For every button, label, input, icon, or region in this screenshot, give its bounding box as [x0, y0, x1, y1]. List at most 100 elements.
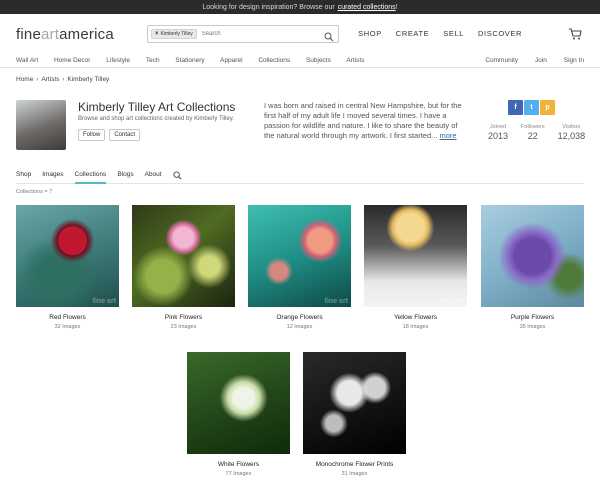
page-title: Kimberly Tilley Art Collections	[78, 100, 236, 114]
avatar[interactable]	[16, 100, 66, 150]
main-nav: SHOP CREATE SELL DISCOVER	[358, 29, 522, 38]
collection-card-pink[interactable]: Pink Flowers 23 Images	[132, 205, 235, 330]
tab-blogs[interactable]: Blogs	[117, 168, 133, 184]
stat-followers: Followers 22	[521, 124, 545, 141]
search-input[interactable]	[201, 31, 322, 37]
logo-part-fine: fine	[16, 25, 41, 43]
promo-suffix: !	[395, 3, 398, 11]
collection-card-yellow[interactable]: fine art Yellow Flowers 18 Images	[364, 205, 467, 330]
search-filter-chip[interactable]: × Kimberly Tilley	[151, 29, 197, 39]
logo-part-america: america	[59, 25, 114, 43]
breadcrumb: Home › Artists › Kimberly Tilley	[16, 76, 109, 83]
collection-thumbnail[interactable]: fine art	[16, 205, 119, 307]
stat-joined: Joined 2013	[488, 124, 508, 141]
search-icon[interactable]	[324, 29, 334, 47]
collection-name[interactable]: Monochrome Flower Prints	[303, 461, 406, 468]
collection-thumbnail[interactable]: fine art	[248, 205, 351, 307]
subnav-join[interactable]: Join	[535, 57, 547, 64]
collection-image-count: 23 Images	[170, 324, 197, 330]
subnav-sign-in[interactable]: Sign In	[564, 57, 584, 64]
watermark: fine art	[440, 298, 464, 305]
collection-name[interactable]: Yellow Flowers	[364, 314, 467, 321]
chevron-right-icon: ›	[62, 76, 65, 83]
stat-value: 2013	[488, 131, 509, 141]
chevron-right-icon: ›	[36, 76, 39, 83]
subnav-community[interactable]: Community	[485, 57, 518, 64]
collection-thumbnail[interactable]	[303, 352, 406, 454]
page-subtitle: Browse and shop art collections created …	[78, 116, 234, 122]
search-box[interactable]: × Kimberly Tilley	[147, 25, 339, 43]
collection-name[interactable]: Pink Flowers	[132, 314, 235, 321]
collection-image-count: 35 Images	[519, 324, 546, 330]
subnav-artists[interactable]: Artists	[346, 57, 364, 64]
stat-visitors: Visitors 12,038	[558, 124, 586, 141]
subnav-apparel[interactable]: Apparel	[220, 57, 242, 64]
logo-part-art: art	[41, 25, 60, 43]
tab-about[interactable]: About	[145, 168, 162, 184]
site-header: fineartamerica × Kimberly Tilley SHOP CR…	[0, 14, 600, 54]
collection-card-orange[interactable]: fine art Orange Flowers 12 Images	[248, 205, 351, 330]
facebook-icon[interactable]: f	[508, 100, 523, 115]
search-icon[interactable]	[173, 168, 182, 184]
subnav-tech[interactable]: Tech	[146, 57, 160, 64]
stat-label: Followers	[521, 124, 545, 130]
pinterest-icon[interactable]: p	[540, 100, 555, 115]
collection-thumbnail[interactable]: fine art	[364, 205, 467, 307]
subnav-lifestyle[interactable]: Lifestyle	[106, 57, 130, 64]
subnav-collections[interactable]: Collections	[258, 57, 290, 64]
nav-shop[interactable]: SHOP	[358, 29, 382, 38]
collection-name[interactable]: Orange Flowers	[248, 314, 351, 321]
collection-thumbnail[interactable]	[132, 205, 235, 307]
watermark: fine art	[324, 298, 348, 305]
stat-label: Joined	[489, 124, 507, 130]
promo-text: Looking for design inspiration? Browse o…	[202, 3, 335, 11]
breadcrumb-artist[interactable]: Kimberly Tilley	[67, 76, 109, 83]
cart-icon[interactable]	[568, 27, 582, 45]
subnav-home-decor[interactable]: Home Decor	[54, 57, 90, 64]
collection-image-count: 12 Images	[286, 324, 313, 330]
profile-tabs: Shop Images Collections Blogs About	[16, 168, 584, 184]
stat-value: 22	[527, 131, 538, 141]
artist-profile	[16, 100, 66, 150]
collection-name[interactable]: Red Flowers	[16, 314, 119, 321]
search-chip-label: Kimberly Tilley	[160, 31, 193, 37]
collection-image-count: 32 Images	[54, 324, 81, 330]
collection-image-count: 77 Images	[225, 471, 252, 477]
collection-name[interactable]: Purple Flowers	[481, 314, 584, 321]
breadcrumb-home[interactable]: Home	[16, 76, 33, 83]
watermark: fine art	[92, 298, 116, 305]
collection-image-count: 31 Images	[341, 471, 368, 477]
tab-images[interactable]: Images	[42, 168, 63, 184]
breadcrumb-artists[interactable]: Artists	[41, 76, 59, 83]
tab-collections[interactable]: Collections	[74, 168, 107, 184]
subnav-stationery[interactable]: Stationery	[175, 57, 204, 64]
nav-discover[interactable]: DISCOVER	[478, 29, 522, 38]
social-share: f t p	[508, 100, 555, 115]
site-logo[interactable]: fineartamerica	[16, 26, 146, 43]
bio-text: I was born and raised in central New Ham…	[264, 101, 462, 140]
collection-image-count: 18 Images	[402, 324, 429, 330]
collection-card-purple[interactable]: Purple Flowers 35 Images	[481, 205, 584, 330]
close-icon[interactable]: ×	[155, 31, 159, 37]
follow-button[interactable]: Follow	[78, 129, 106, 141]
nav-sell[interactable]: SELL	[443, 29, 464, 38]
collection-name[interactable]: White Flowers	[187, 461, 290, 468]
collection-card-white[interactable]: White Flowers 77 Images	[187, 352, 290, 477]
collection-card-red[interactable]: fine art Red Flowers 32 Images	[16, 205, 119, 330]
nav-create[interactable]: CREATE	[396, 29, 429, 38]
curated-collections-link[interactable]: curated collections	[338, 4, 396, 11]
tab-shop[interactable]: Shop	[16, 168, 31, 184]
bio-more-link[interactable]: more	[440, 131, 457, 140]
subnav-subjects[interactable]: Subjects	[306, 57, 331, 64]
collection-card-monochrome[interactable]: Monochrome Flower Prints 31 Images	[303, 352, 406, 477]
collection-thumbnail[interactable]	[187, 352, 290, 454]
artist-stats: Joined 2013 Followers 22 Visitors 12,038	[488, 124, 585, 141]
stat-label: Visitors	[562, 124, 581, 130]
contact-button[interactable]: Contact	[109, 129, 141, 141]
subnav-wall-art[interactable]: Wall Art	[16, 57, 38, 64]
collection-thumbnail[interactable]	[481, 205, 584, 307]
stat-value: 12,038	[557, 131, 586, 141]
twitter-icon[interactable]: t	[524, 100, 539, 115]
collection-count: Collections = 7	[16, 189, 53, 195]
promo-bar: Looking for design inspiration? Browse o…	[0, 0, 600, 14]
